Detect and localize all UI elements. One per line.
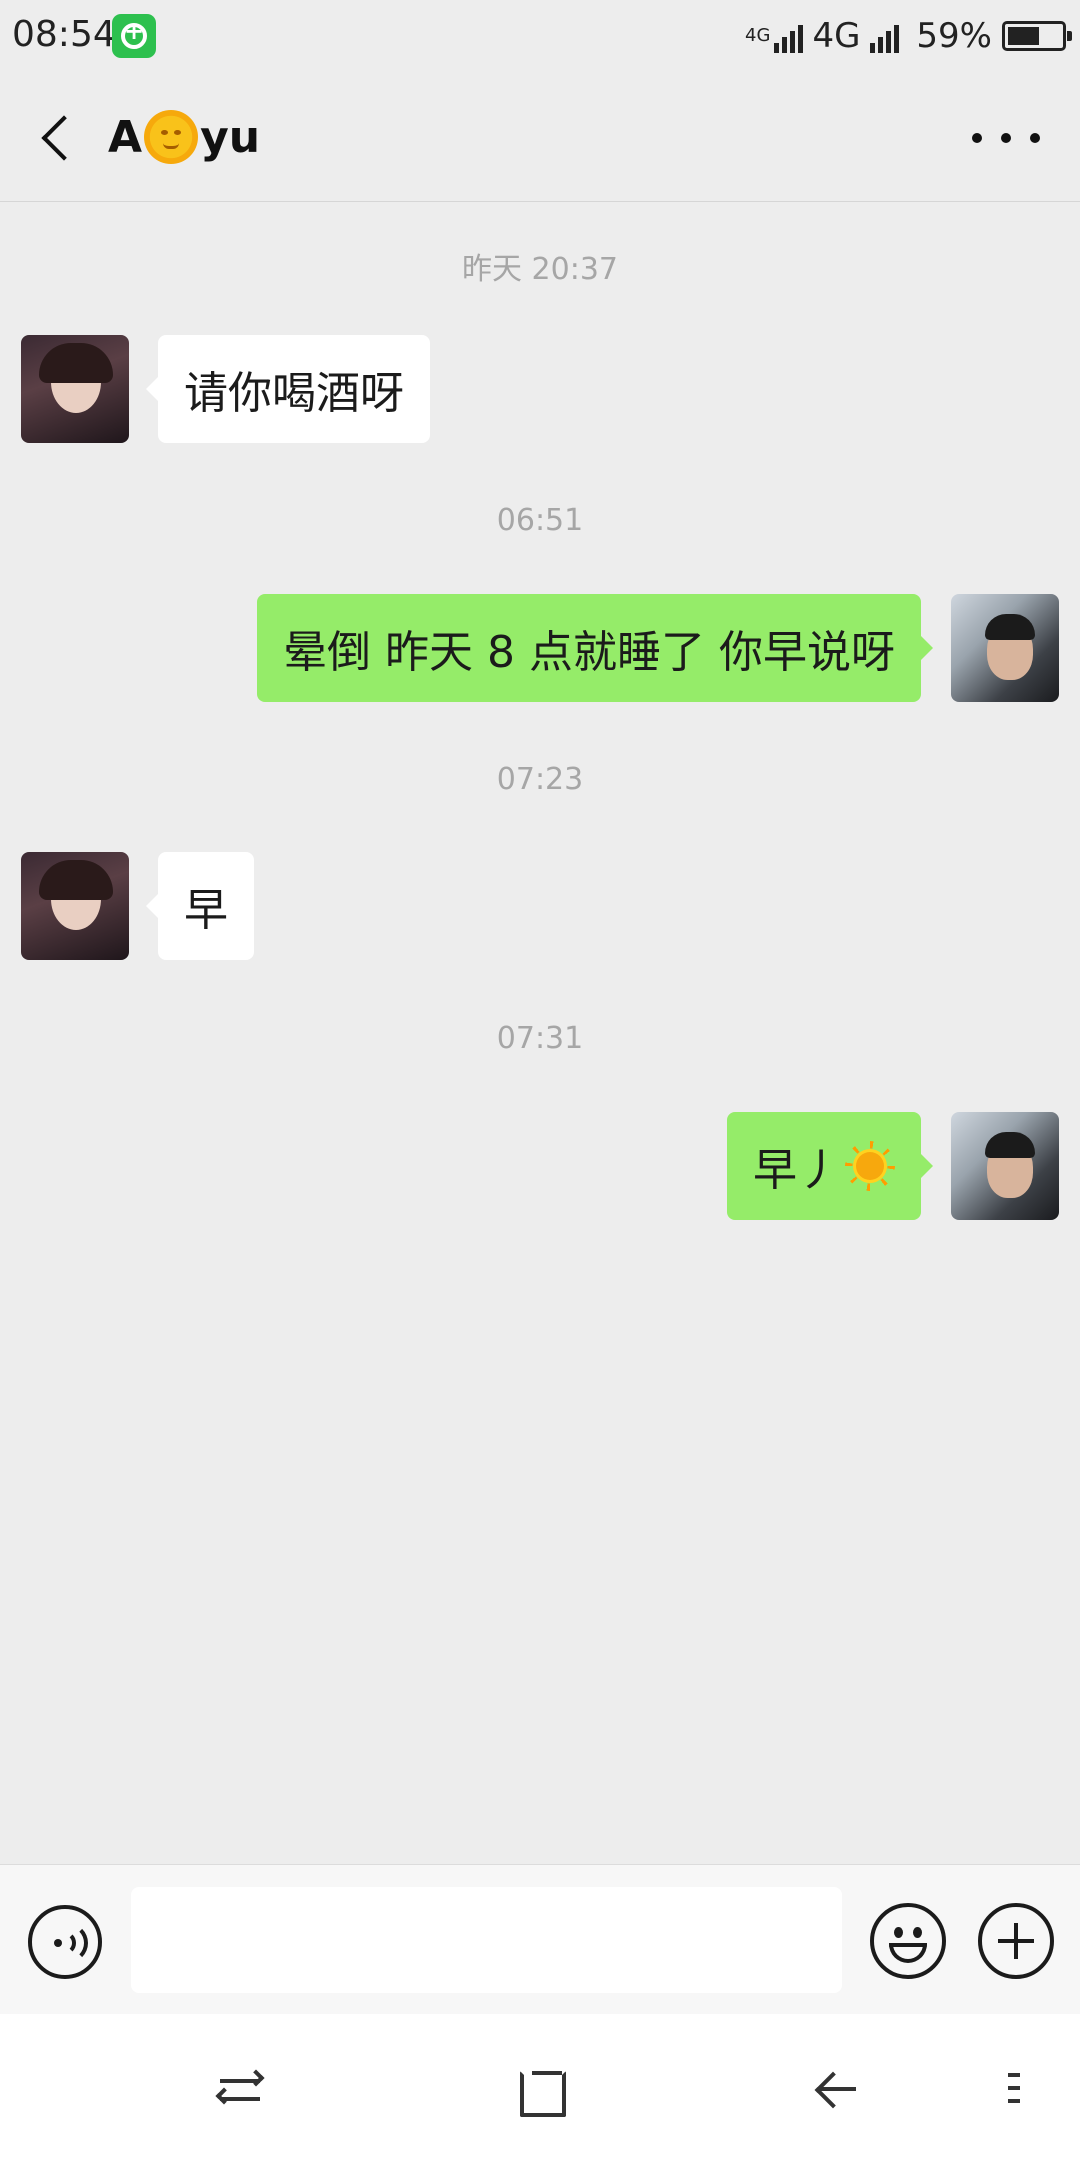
more-options-button[interactable] [972,120,1040,156]
switch-icon[interactable] [210,2059,270,2119]
system-nav-bar [0,2014,1080,2160]
contact-avatar[interactable] [21,335,129,443]
emoji-smile-icon [894,1927,903,1938]
status-time: 08:54 [12,14,116,55]
more-actions-plus-button[interactable] [978,1903,1054,1979]
signal-strength-icon [870,19,902,53]
sun-face-emoji-icon [144,110,199,164]
sun-emoji-icon [845,1141,895,1191]
self-avatar[interactable] [951,594,1059,702]
message-bubble-sent[interactable]: 晕倒 昨天 8 点就睡了 你早说呀 [257,594,933,702]
message-text-input[interactable] [131,1887,842,1993]
message-input-bar [0,1864,1080,2014]
battery-level-fill [1008,27,1039,45]
menu-icon[interactable] [1000,2059,1030,2119]
message-timestamp: 06:51 [496,503,584,538]
chat-title: A yu [108,110,260,164]
home-icon[interactable] [510,2059,570,2119]
back-button[interactable] [30,104,90,170]
message-timestamp: 昨天 20:37 [462,252,618,287]
status-indicators: 4G 4G 59% [745,12,1072,60]
contact-avatar[interactable] [21,852,129,960]
battery-percent: 59% [916,16,992,56]
message-bubble-received[interactable]: 请你喝酒呀 [146,335,430,443]
chat-header: A yu [0,72,1080,202]
message-bubble-received[interactable]: 早 [146,852,254,960]
network-type-label: 4G [812,16,861,56]
signal-strength-icon [774,19,806,53]
emoji-button[interactable] [870,1903,946,1979]
chat-title-prefix: A [108,111,143,163]
back-icon[interactable] [808,2059,868,2119]
app-notification-icon [112,14,156,58]
voice-input-button[interactable] [28,1905,102,1979]
message-bubble-sent[interactable]: 早丿 [727,1112,933,1220]
battery-icon [1002,21,1072,51]
status-bar: 08:54 4G 4G 59% [0,0,1080,72]
message-timestamp: 07:23 [496,762,584,797]
message-text: 早丿 [753,1145,841,1196]
more-dots-icon [972,133,982,143]
self-avatar[interactable] [951,1112,1059,1220]
chat-screen: 08:54 4G 4G 59% A yu 昨天 20:3 [0,0,1080,2160]
message-timestamp: 07:31 [496,1021,584,1056]
network-type-small: 4G [745,25,771,46]
chat-title-suffix: yu [200,111,261,163]
